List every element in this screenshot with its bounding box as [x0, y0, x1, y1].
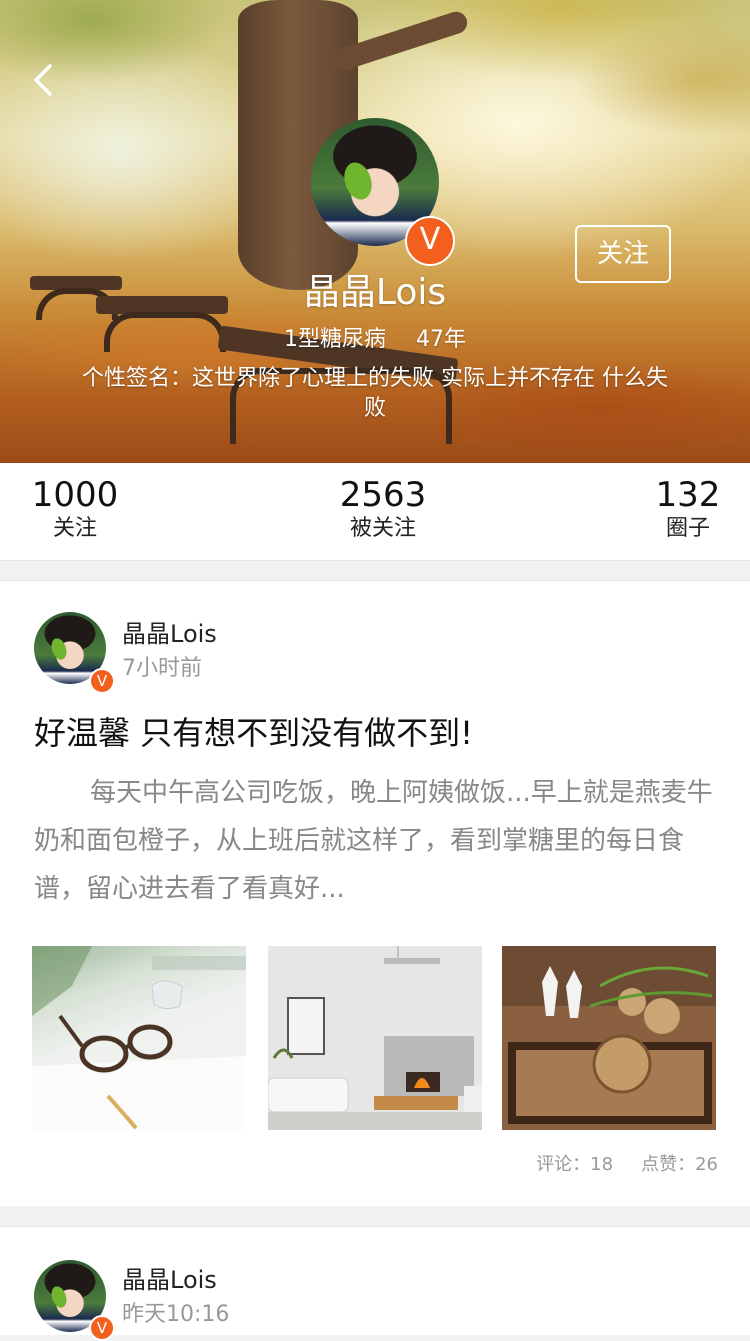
- post-time: 昨天10:16: [122, 1302, 230, 1327]
- stat-followers-label: 被关注: [349, 516, 416, 541]
- post-author-name[interactable]: 晶晶Lois: [122, 1265, 217, 1295]
- post-card[interactable]: V 晶晶Lois 昨天10:16: [0, 1226, 750, 1341]
- profile-cover: V 关注 晶晶Lois 1型糖尿病 47年 个性签名：这世界除了心理上的失败 实际…: [0, 0, 750, 463]
- diabetes-years: 47年: [416, 327, 466, 352]
- stat-circles-count: 132: [655, 475, 721, 515]
- diabetes-type: 1型糖尿病: [284, 327, 386, 352]
- stat-following-count: 1000: [31, 475, 119, 515]
- verified-badge-icon: V: [89, 1315, 115, 1341]
- post-image-1[interactable]: [32, 946, 246, 1130]
- profile-signature: 个性签名：这世界除了心理上的失败 实际上并不存在 什么失败: [82, 366, 668, 421]
- profile-meta: 1型糖尿病 47年: [0, 324, 750, 356]
- glasses-image: [32, 946, 246, 1130]
- comment-count[interactable]: 评论：18: [536, 1154, 613, 1175]
- verified-badge-icon: V: [89, 668, 115, 694]
- like-count[interactable]: 点赞：26: [641, 1154, 718, 1175]
- post-image-2[interactable]: [268, 946, 482, 1130]
- stat-circles[interactable]: 132 圈子: [650, 475, 726, 543]
- avatar-leaf: [48, 636, 70, 662]
- stat-circles-label: 圈子: [665, 516, 710, 541]
- post-time: 7小时前: [122, 656, 202, 681]
- post-title[interactable]: 好温馨 只有想不到没有做不到!: [34, 711, 724, 755]
- post-author-name[interactable]: 晶晶Lois: [122, 619, 217, 649]
- stat-followers-count: 2563: [339, 475, 427, 515]
- avatar-leaf: [339, 158, 377, 204]
- stat-followers[interactable]: 2563 被关注: [328, 475, 438, 543]
- stat-following-label: 关注: [52, 516, 97, 541]
- living-room-image: [268, 946, 482, 1130]
- profile-nickname: 晶晶Lois: [303, 272, 447, 313]
- tray-decor-image: [502, 946, 716, 1130]
- avatar-leaf: [48, 1284, 70, 1310]
- profile-stats: 1000 关注 2563 被关注 132 圈子: [0, 463, 750, 561]
- back-arrow-icon[interactable]: [24, 60, 64, 100]
- post-stats: 评论：18 点赞：26: [508, 1153, 718, 1177]
- stat-following[interactable]: 1000 关注: [30, 475, 120, 543]
- post-body[interactable]: 每天中午高公司吃饭，晚上阿姨做饭...早上就是燕麦牛奶和面包橙子，从上班后就这样…: [34, 769, 720, 913]
- verified-badge-icon: V: [405, 216, 455, 266]
- post-image-3[interactable]: [502, 946, 716, 1130]
- post-card[interactable]: V 晶晶Lois 7小时前 好温馨 只有想不到没有做不到! 每天中午高公司吃饭，…: [0, 580, 750, 1206]
